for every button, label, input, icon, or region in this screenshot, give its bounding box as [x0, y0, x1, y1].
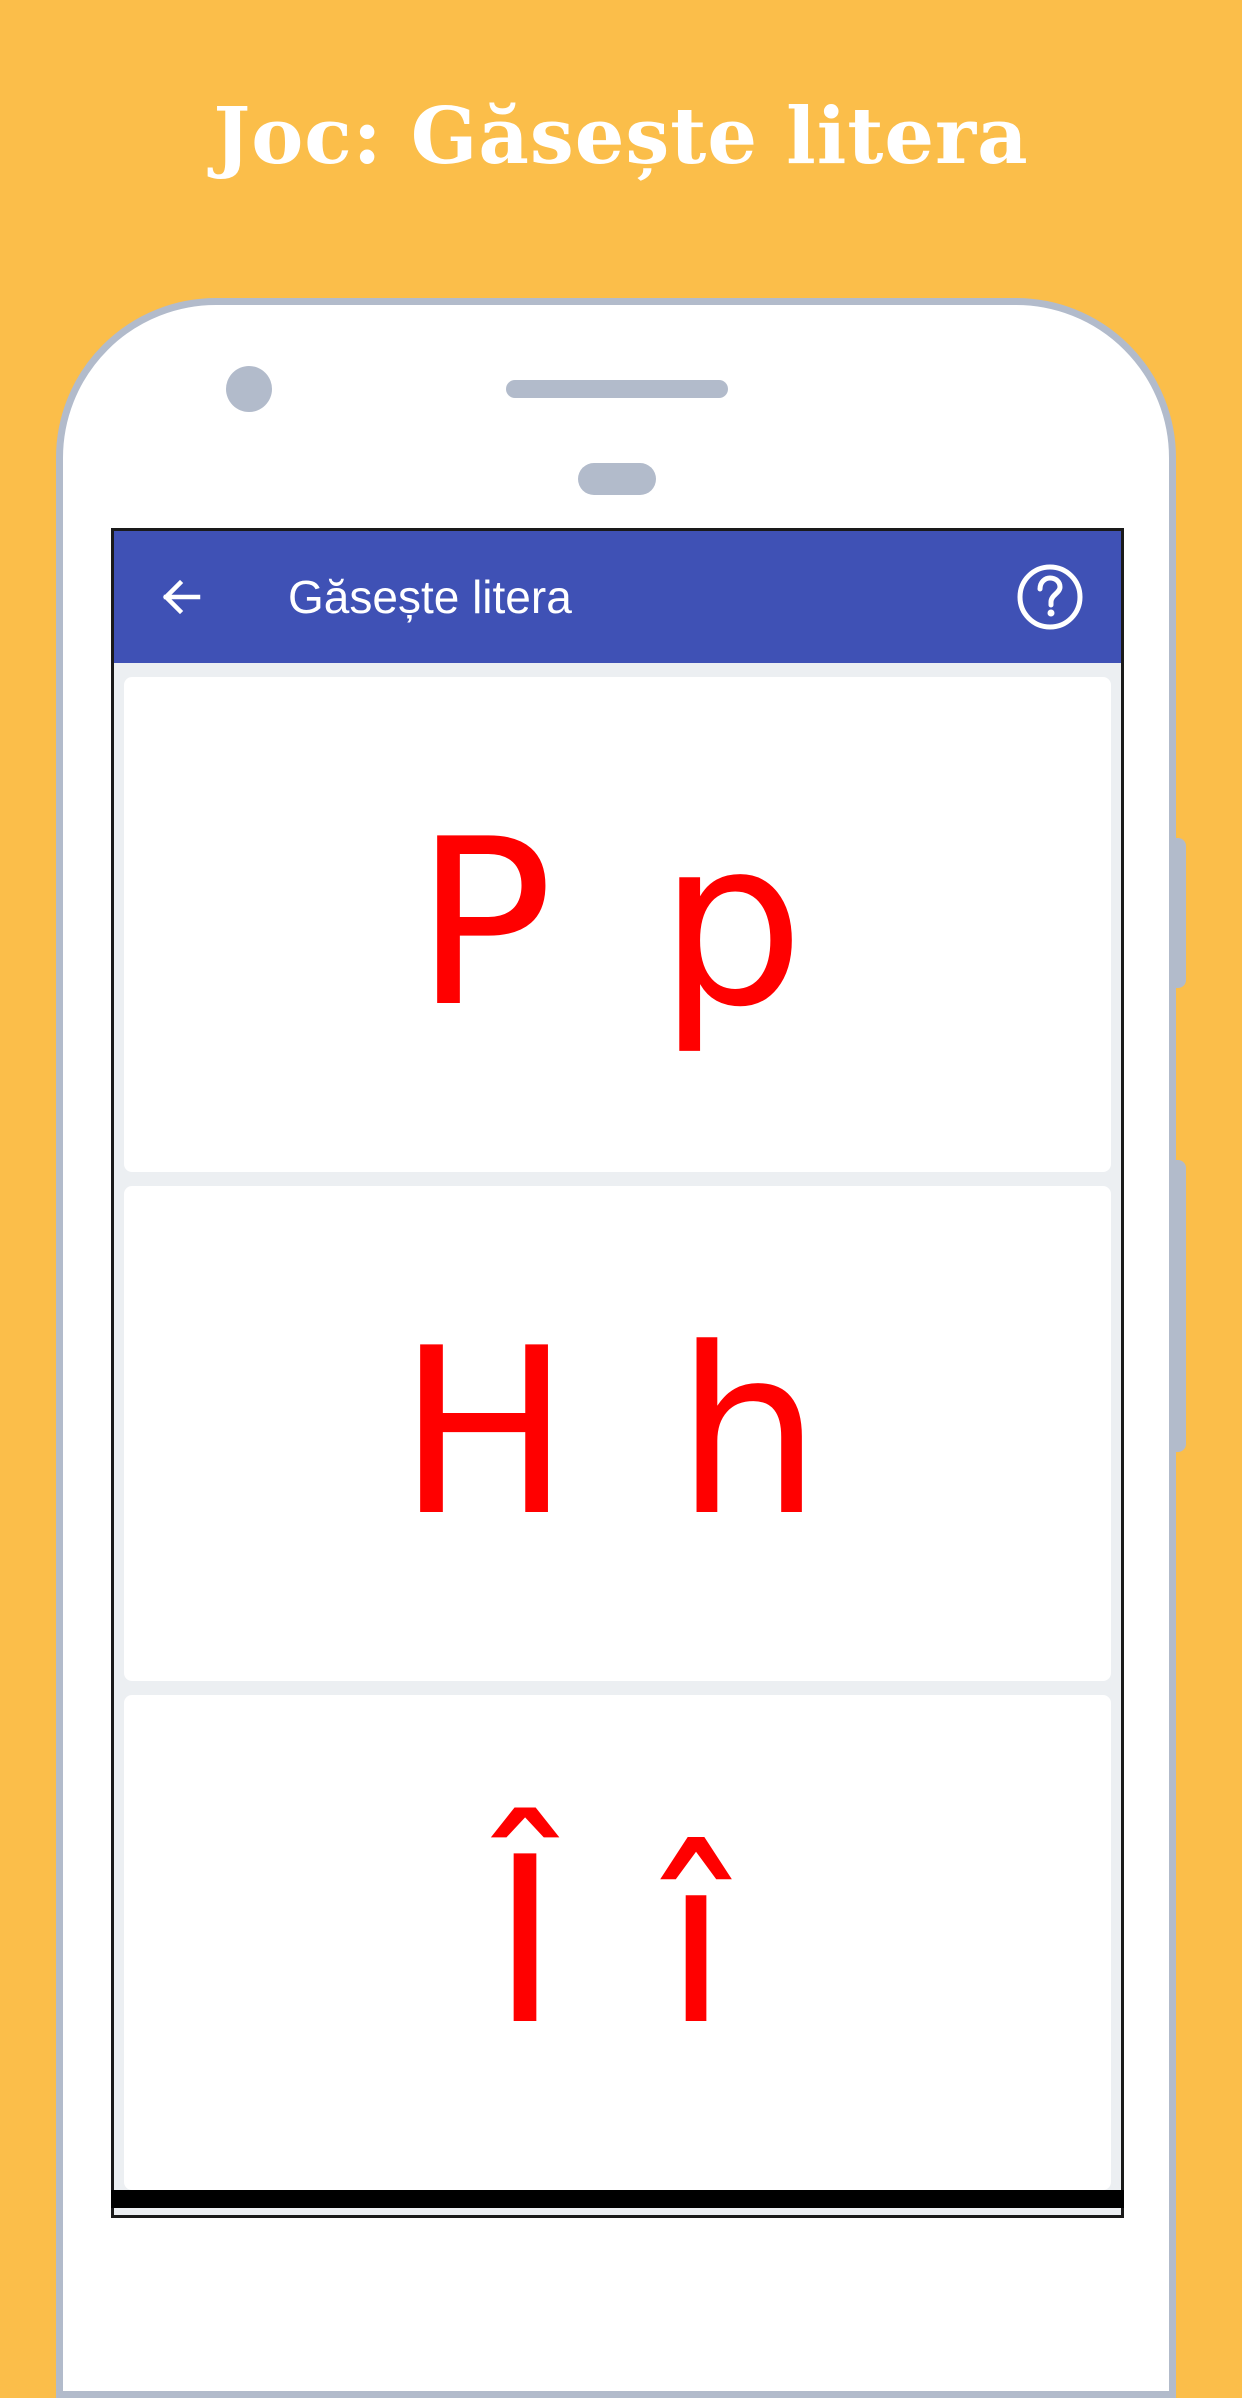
letter-card[interactable]: H h	[124, 1186, 1111, 1681]
app-screen: Găsește litera P p H h Î î	[111, 528, 1124, 2218]
app-bar: Găsește litera	[114, 531, 1121, 663]
letter-card[interactable]: P p	[124, 677, 1111, 1172]
promo-title: Joc: Găsește litera	[213, 91, 1029, 182]
help-circle-icon[interactable]	[1016, 563, 1084, 631]
phone-speaker	[506, 380, 728, 398]
letter-pair: H h	[397, 1299, 838, 1567]
letter-card[interactable]: Î î	[124, 1695, 1111, 2190]
app-bar-title: Găsește litera	[288, 571, 572, 623]
navigation-bar	[111, 2190, 1124, 2208]
letter-pair: P p	[414, 790, 821, 1058]
arrow-left-icon[interactable]	[154, 569, 210, 625]
phone-camera	[226, 366, 272, 412]
phone-sensor	[578, 463, 656, 495]
letter-pair: Î î	[491, 1808, 744, 2076]
